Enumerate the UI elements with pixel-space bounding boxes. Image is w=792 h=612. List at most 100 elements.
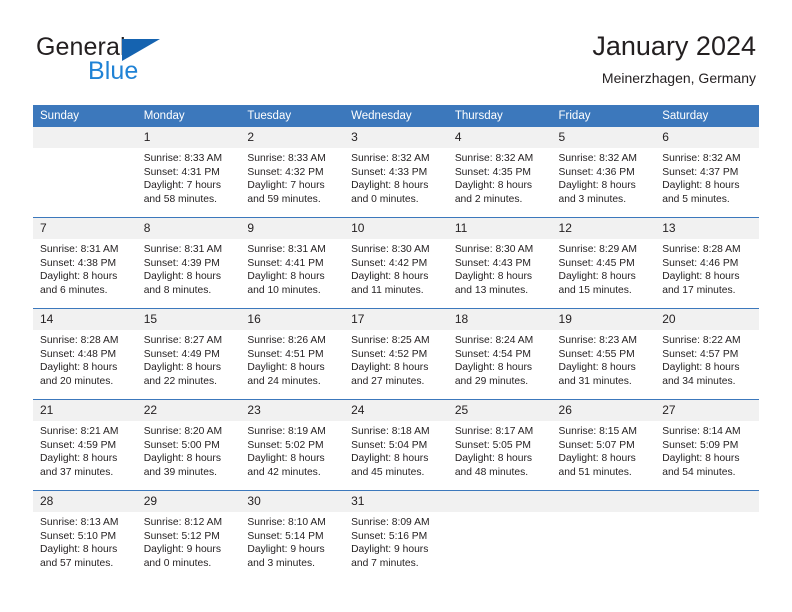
calendar-day-cell[interactable]: 17 Sunrise: 8:25 AM Sunset: 4:52 PM Dayligh… [344,308,448,400]
calendar-day-cell[interactable]: 12 Sunrise: 8:29 AM Sunset: 4:45 PM Dayligh… [551,217,656,309]
day-number: 28 [33,491,137,512]
day-number [551,491,656,512]
day-number: 12 [551,218,656,239]
sunset-text: Sunset: 5:14 PM [247,530,324,542]
daylight-text-line2: and 37 minutes. [40,466,114,478]
calendar-day-cell[interactable]: 2 Sunrise: 8:33 AM Sunset: 4:32 PM Daylight… [240,127,345,218]
day-number: 3 [344,127,448,148]
calendar-day-cell[interactable]: 14 Sunrise: 8:28 AM Sunset: 4:48 PM Dayligh… [33,308,137,400]
day-number: 22 [136,400,241,421]
day-details: Sunrise: 8:13 AM Sunset: 5:10 PM Daylight:… [33,512,137,570]
calendar-day-cell[interactable]: 20 Sunrise: 8:22 AM Sunset: 4:57 PM Dayligh… [655,308,759,400]
calendar-day-cell[interactable]: 28 Sunrise: 8:13 AM Sunset: 5:10 PM Dayligh… [33,490,137,581]
calendar-day-cell[interactable]: 9 Sunrise: 8:31 AM Sunset: 4:41 PM Daylight… [240,217,345,309]
daylight-text-line1: Daylight: 8 hours [454,271,533,283]
day-number: 25 [447,400,552,421]
day-number: 24 [344,400,448,421]
daylight-text-line1: Daylight: 8 hours [558,453,636,465]
calendar-day-cell[interactable]: 25 Sunrise: 8:17 AM Sunset: 5:05 PM Dayligh… [447,399,552,491]
calendar-day-cell[interactable]: 15 Sunrise: 8:27 AM Sunset: 4:49 PM Dayligh… [136,308,241,400]
daylight-text-line2: and 34 minutes. [662,375,736,387]
calendar-week-row: 21 Sunrise: 8:21 AM Sunset: 4:59 PM Dayligh… [33,399,759,491]
calendar-day-cell[interactable]: 23 Sunrise: 8:19 AM Sunset: 5:02 PM Dayligh… [240,399,345,491]
calendar-cell-empty [447,490,552,581]
calendar-day-cell[interactable]: 31 Sunrise: 8:09 AM Sunset: 5:16 PM Dayligh… [344,490,448,581]
sunset-text: Sunset: 5:02 PM [247,439,324,451]
sunset-text: Sunset: 4:33 PM [351,166,428,178]
sunset-text: Sunset: 4:43 PM [454,257,531,269]
sunrise-text: Sunrise: 8:33 AM [143,153,223,164]
daylight-text-line2: and 31 minutes. [558,375,632,387]
daylight-text-line1: Daylight: 8 hours [558,362,636,374]
calendar-week-row: 28 Sunrise: 8:13 AM Sunset: 5:10 PM Dayligh… [33,490,759,581]
daylight-text-line1: Daylight: 8 hours [558,180,636,192]
daylight-text-line1: Daylight: 8 hours [143,362,221,374]
calendar-day-cell[interactable]: 8 Sunrise: 8:31 AM Sunset: 4:39 PM Daylight… [136,217,241,309]
calendar-day-cell[interactable]: 27 Sunrise: 8:14 AM Sunset: 5:09 PM Dayligh… [655,399,759,491]
sunrise-text: Sunrise: 8:18 AM [351,426,430,437]
calendar-day-cell[interactable]: 29 Sunrise: 8:12 AM Sunset: 5:12 PM Dayligh… [136,490,241,581]
daylight-text-line1: Daylight: 8 hours [351,180,429,192]
calendar-day-cell[interactable]: 13 Sunrise: 8:28 AM Sunset: 4:46 PM Dayligh… [655,217,759,309]
day-number: 17 [344,309,448,330]
calendar-day-cell[interactable]: 4 Sunrise: 8:32 AM Sunset: 4:35 PM Daylight… [447,127,552,218]
calendar-day-cell[interactable]: 19 Sunrise: 8:23 AM Sunset: 4:55 PM Dayligh… [551,308,656,400]
daylight-text-line1: Daylight: 8 hours [351,453,429,465]
daylight-text-line2: and 7 minutes. [351,557,419,569]
day-details: Sunrise: 8:28 AM Sunset: 4:48 PM Daylight:… [33,330,137,388]
weekday-header-tuesday: Tuesday [240,105,345,127]
daylight-text-line2: and 54 minutes. [662,466,736,478]
page-title: January 2024 [592,31,756,61]
sunset-text: Sunset: 5:10 PM [40,530,117,542]
calendar-day-cell[interactable]: 3 Sunrise: 8:32 AM Sunset: 4:33 PM Daylight… [344,127,448,218]
calendar-day-cell[interactable]: 22 Sunrise: 8:20 AM Sunset: 5:00 PM Dayligh… [136,399,241,491]
daylight-text-line2: and 0 minutes. [351,193,419,205]
day-details: Sunrise: 8:30 AM Sunset: 4:43 PM Daylight:… [448,239,552,297]
sunset-text: Sunset: 5:00 PM [143,439,220,451]
day-details: Sunrise: 8:31 AM Sunset: 4:38 PM Daylight:… [33,239,137,297]
sunset-text: Sunset: 4:46 PM [662,257,739,269]
weekday-header-wednesday: Wednesday [344,105,448,127]
daylight-text-line2: and 3 minutes. [558,193,627,205]
calendar-day-cell[interactable]: 24 Sunrise: 8:18 AM Sunset: 5:04 PM Dayligh… [344,399,448,491]
sunrise-text: Sunrise: 8:15 AM [558,426,637,437]
calendar-day-cell[interactable]: 11 Sunrise: 8:30 AM Sunset: 4:43 PM Dayligh… [447,217,552,309]
calendar-day-cell[interactable]: 18 Sunrise: 8:24 AM Sunset: 4:54 PM Dayligh… [447,308,552,400]
calendar-day-cell[interactable]: 10 Sunrise: 8:30 AM Sunset: 4:42 PM Dayligh… [344,217,448,309]
sunset-text: Sunset: 4:45 PM [558,257,635,269]
day-number: 26 [551,400,656,421]
day-number: 19 [551,309,656,330]
calendar-day-cell[interactable]: 16 Sunrise: 8:26 AM Sunset: 4:51 PM Dayligh… [240,308,345,400]
sunrise-text: Sunrise: 8:22 AM [662,335,741,346]
daylight-text-line1: Daylight: 8 hours [662,271,740,283]
calendar-day-cell[interactable]: 26 Sunrise: 8:15 AM Sunset: 5:07 PM Dayligh… [551,399,656,491]
sunrise-text: Sunrise: 8:26 AM [247,335,326,346]
calendar-day-cell[interactable]: 1 Sunrise: 8:33 AM Sunset: 4:31 PM Daylight… [136,127,241,218]
sunset-text: Sunset: 5:16 PM [351,530,428,542]
day-details: Sunrise: 8:25 AM Sunset: 4:52 PM Daylight:… [344,330,448,388]
day-details: Sunrise: 8:29 AM Sunset: 4:45 PM Daylight:… [552,239,656,297]
sunrise-text: Sunrise: 8:14 AM [662,426,741,437]
day-details: Sunrise: 8:32 AM Sunset: 4:33 PM Daylight:… [344,148,448,206]
sunset-text: Sunset: 5:04 PM [351,439,428,451]
calendar-day-cell[interactable]: 5 Sunrise: 8:32 AM Sunset: 4:36 PM Daylight… [551,127,656,218]
calendar-day-cell[interactable]: 7 Sunrise: 8:31 AM Sunset: 4:38 PM Daylight… [33,217,137,309]
daylight-text-line2: and 51 minutes. [558,466,632,478]
sunset-text: Sunset: 4:35 PM [454,166,531,178]
day-number: 9 [240,218,345,239]
day-number: 11 [447,218,552,239]
sunrise-text: Sunrise: 8:32 AM [351,153,430,164]
day-number: 27 [655,400,759,421]
calendar-day-cell[interactable]: 6 Sunrise: 8:32 AM Sunset: 4:37 PM Daylight… [655,127,759,218]
sunrise-text: Sunrise: 8:29 AM [558,244,637,255]
day-number: 5 [551,127,656,148]
daylight-text-line1: Daylight: 8 hours [40,362,118,374]
day-number: 1 [136,127,241,148]
daylight-text-line1: Daylight: 8 hours [662,180,740,192]
calendar-day-cell[interactable]: 30 Sunrise: 8:10 AM Sunset: 5:14 PM Dayligh… [240,490,345,581]
calendar-day-cell[interactable]: 21 Sunrise: 8:21 AM Sunset: 4:59 PM Dayligh… [33,399,137,491]
day-details: Sunrise: 8:27 AM Sunset: 4:49 PM Daylight:… [137,330,241,388]
day-number: 7 [33,218,137,239]
sunrise-text: Sunrise: 8:31 AM [143,244,223,255]
daylight-text-line1: Daylight: 8 hours [454,453,533,465]
